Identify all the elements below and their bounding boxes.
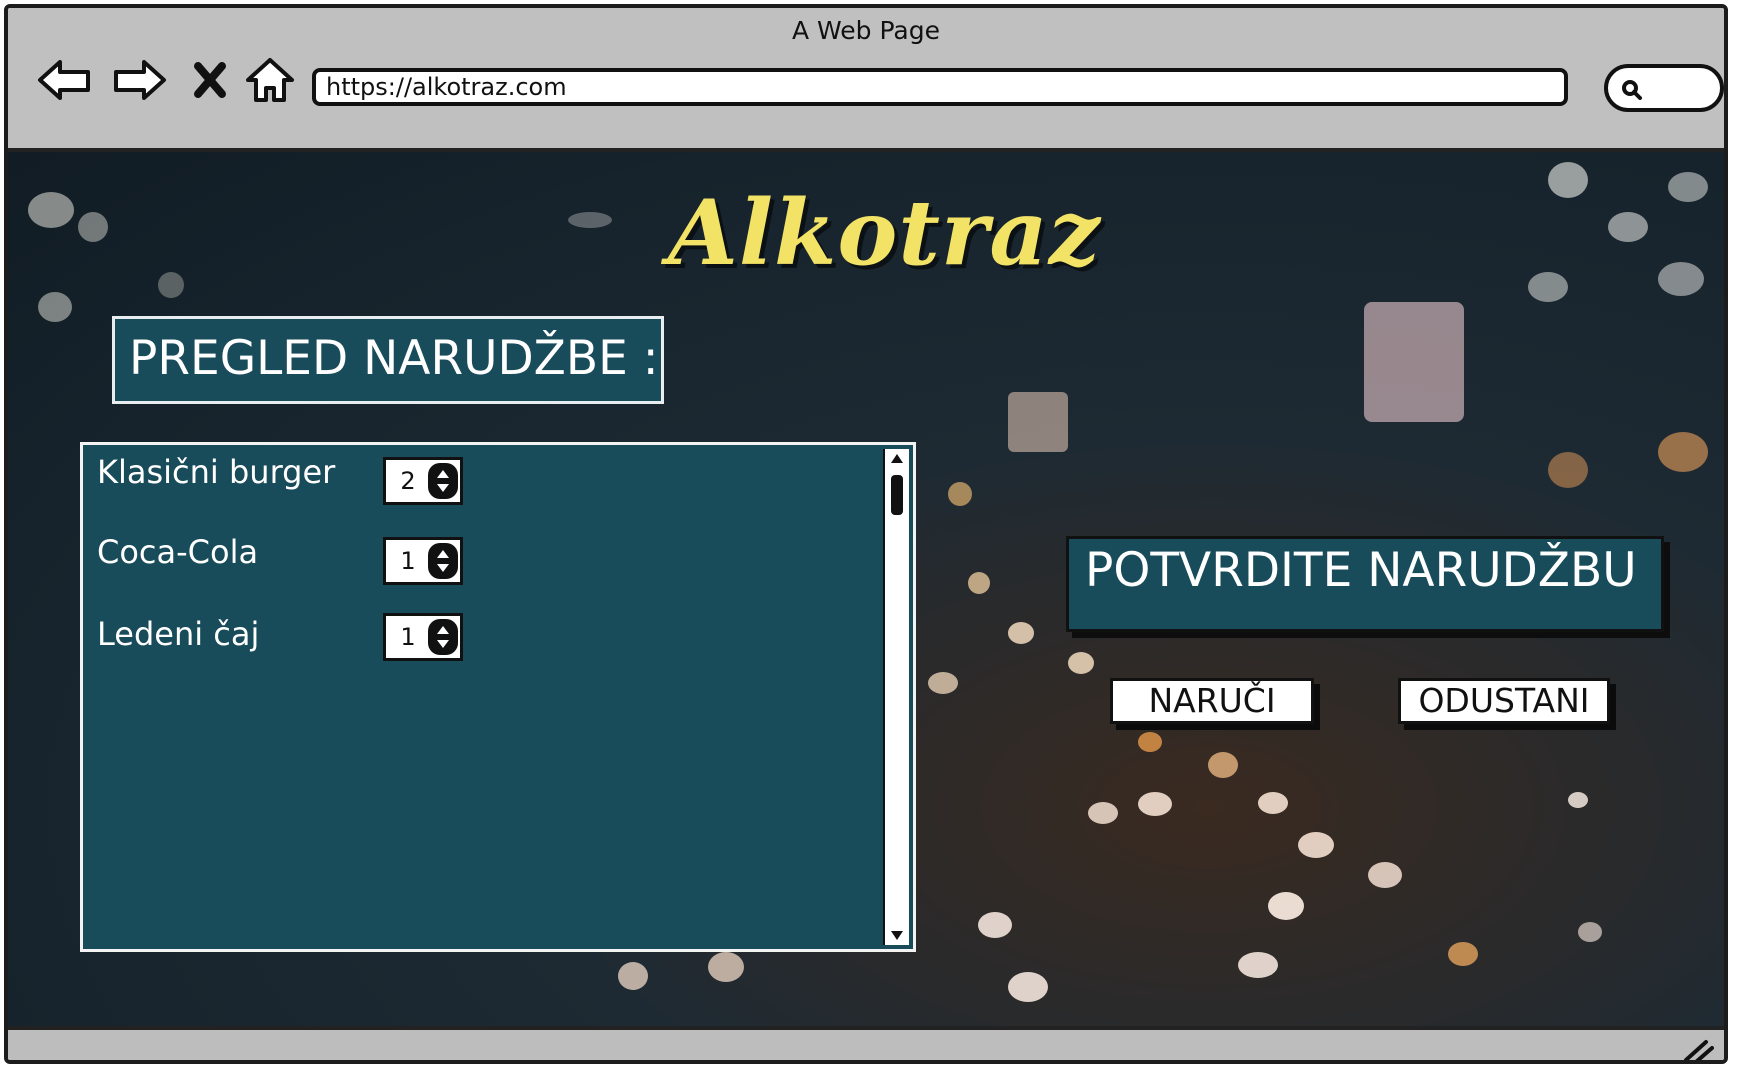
close-icon [194,62,226,98]
window-title: A Web Page [791,16,941,45]
quantity-value: 1 [400,547,416,575]
forward-arrow-icon [114,60,166,100]
quantity-value: 1 [400,623,416,651]
scroll-down-icon[interactable] [887,925,907,945]
stepper-arrows-icon[interactable] [428,463,458,499]
stop-button[interactable] [178,48,242,112]
order-item-name: Klasični burger [97,453,336,491]
search-field[interactable] [1604,64,1724,112]
home-icon [246,58,294,102]
stepper-arrows-icon[interactable] [428,543,458,579]
quantity-stepper[interactable]: 1 [383,537,463,585]
order-item-name: Ledeni čaj [97,615,260,653]
quantity-stepper[interactable]: 2 [383,457,463,505]
search-icon [1622,80,1642,100]
cancel-button[interactable]: ODUSTANI [1398,678,1610,724]
site-logo: Alkotraz [668,180,1101,286]
browser-titlebar: A Web Page https://alkotraz.com [8,8,1724,152]
order-item-name: Coca-Cola [97,533,259,571]
order-list[interactable]: Klasični burger 2 Coca-Cola 1 Ledeni čaj… [80,442,916,952]
home-button[interactable] [238,48,302,112]
page-content: Alkotraz PREGLED NARUDŽBE : Klasični bur… [8,152,1724,1026]
quantity-stepper[interactable]: 1 [383,613,463,661]
scroll-up-icon[interactable] [887,449,907,469]
forward-button[interactable] [108,48,172,112]
order-review-title: PREGLED NARUDŽBE : [112,316,664,404]
list-scrollbar[interactable] [883,449,909,945]
stepper-arrows-icon[interactable] [428,619,458,655]
confirm-order-heading: POTVRDITE NARUDŽBU [1066,536,1664,632]
browser-window: A Web Page https://alkotraz.com Alkotraz… [4,4,1728,1064]
order-button[interactable]: NARUČI [1110,678,1314,724]
resize-grip-icon[interactable] [1682,1038,1714,1064]
back-button[interactable] [32,48,96,112]
quantity-value: 2 [400,467,416,495]
scroll-thumb[interactable] [891,475,903,515]
back-arrow-icon [38,60,90,100]
browser-statusbar [8,1026,1724,1064]
address-bar[interactable]: https://alkotraz.com [312,68,1568,106]
